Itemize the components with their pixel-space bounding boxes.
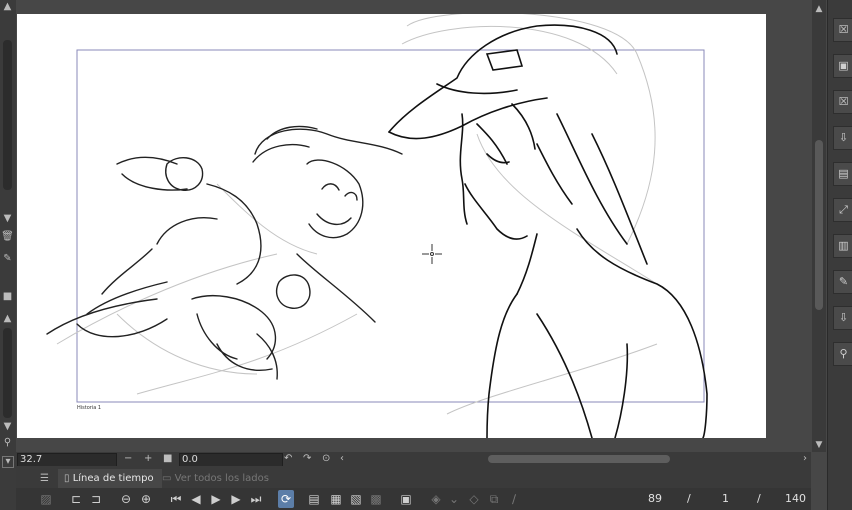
reset-zoom-icon[interactable]: ■	[163, 452, 172, 466]
new-cel-icon[interactable]: ▤	[306, 490, 322, 508]
chevron-up-icon[interactable]: ▲	[1, 312, 14, 326]
edit-icon[interactable]: ✎	[1, 252, 14, 266]
zoom-out-icon[interactable]: ⊖	[118, 490, 134, 508]
trash-icon[interactable]: 🗑	[1, 230, 14, 244]
frame-in-icon[interactable]: ⊏	[68, 490, 84, 508]
delete-cel-icon[interactable]: ▩	[368, 490, 384, 508]
frame-separator: /	[757, 492, 761, 505]
drawing-canvas[interactable]: Historia 1	[17, 12, 766, 439]
next-frame-icon[interactable]: ▶	[228, 490, 244, 508]
left-scrollbar[interactable]	[3, 40, 12, 190]
chevron-up-icon[interactable]: ▲	[814, 4, 824, 14]
import-icon[interactable]: ⇩	[833, 306, 852, 330]
canvas-workspace[interactable]: Historia 1	[16, 0, 811, 452]
zoom-input[interactable]: 32.7	[17, 453, 117, 467]
first-frame-icon[interactable]: ⏮	[168, 490, 184, 508]
play-icon[interactable]: ▶	[208, 490, 224, 508]
canvas-status-bar: 32.7 − + ■ 0.0 ↶ ↷ ⊙ ‹ ›	[16, 452, 811, 467]
edit-icon[interactable]: ✎	[833, 270, 852, 294]
left-tool-strip: ▲ ▼ 🗑 ✎ ■ ▲ ▼ ⚲ ▾	[0, 0, 16, 510]
canvas-vertical-scroll-thumb[interactable]	[815, 140, 823, 310]
expand-icon[interactable]: ⤢	[833, 198, 852, 222]
rotate-left-button[interactable]: ↶	[284, 452, 292, 466]
current-frame-number[interactable]: 89	[648, 490, 662, 508]
loop-icon[interactable]: ⟳	[278, 490, 294, 508]
total-frames-number: 140	[785, 492, 806, 505]
view-icon: ▭	[162, 473, 172, 484]
rotation-input[interactable]: 0.0	[179, 453, 283, 467]
import-icon[interactable]: ⇩	[833, 126, 852, 150]
pin-icon[interactable]: ⚲	[833, 342, 852, 366]
chevron-down-icon[interactable]: ⌄	[446, 490, 462, 508]
keyframe-icon[interactable]: ◈	[428, 490, 444, 508]
layer-icon[interactable]: ▥	[833, 234, 852, 258]
tab-all-sides[interactable]: ▭ Ver todos los lados	[162, 469, 272, 488]
save-icon[interactable]: ▣	[833, 54, 852, 78]
timeline-icon: ▯	[64, 473, 70, 484]
left-scrollbar-2[interactable]	[3, 328, 12, 418]
chevron-up-icon[interactable]: ▲	[1, 0, 14, 14]
specify-cel-icon[interactable]: ▧	[348, 490, 364, 508]
prev-frame-icon[interactable]: ◀	[188, 490, 204, 508]
chevron-down-icon[interactable]: ▾	[2, 456, 14, 468]
pen-icon[interactable]: ∕	[506, 490, 522, 508]
story-frame-border	[76, 49, 705, 403]
zoom-in-button[interactable]: +	[144, 452, 152, 466]
layer-icon[interactable]: ▤	[833, 162, 852, 186]
scroll-left-button[interactable]: ‹	[340, 452, 344, 466]
close-icon[interactable]: ☒	[833, 18, 852, 42]
rotate-right-button[interactable]: ↷	[303, 452, 311, 466]
new-timeline-icon[interactable]: ▨	[38, 490, 54, 508]
reset-rotation-icon[interactable]: ⊙	[322, 452, 330, 466]
sketch-illustration	[46, 12, 708, 439]
chevron-down-icon[interactable]: ▼	[814, 440, 824, 450]
scroll-right-button[interactable]: ›	[803, 452, 807, 466]
chevron-down-icon[interactable]: ▼	[1, 212, 14, 226]
chevron-down-icon[interactable]: ▼	[1, 420, 14, 434]
canvas-horizontal-scroll-thumb[interactable]	[488, 455, 670, 463]
canvas-crosshair	[422, 244, 442, 264]
last-frame-icon[interactable]: ⏭	[248, 490, 264, 508]
search-icon[interactable]: ⚲	[1, 436, 14, 450]
tab-timeline[interactable]: ▯ Línea de tiempo	[58, 469, 162, 488]
frame-label: Historia 1	[77, 405, 102, 411]
close-icon[interactable]: ☒	[833, 90, 852, 114]
new-animation-folder-icon[interactable]: ▦	[328, 490, 344, 508]
lock-icon[interactable]: ■	[1, 290, 14, 304]
zoom-in-icon[interactable]: ⊕	[138, 490, 154, 508]
menu-icon[interactable]: ☰	[40, 469, 52, 488]
frame-out-icon[interactable]: ⊐	[88, 490, 104, 508]
frame-b-number: 1	[722, 492, 729, 505]
keyframe-edit-icon[interactable]: ◇	[466, 490, 482, 508]
onion-skin-icon[interactable]: ▣	[398, 490, 414, 508]
frame-separator: /	[687, 492, 691, 505]
camera-icon[interactable]: ⧉	[486, 490, 502, 508]
zoom-out-button[interactable]: −	[124, 452, 132, 466]
